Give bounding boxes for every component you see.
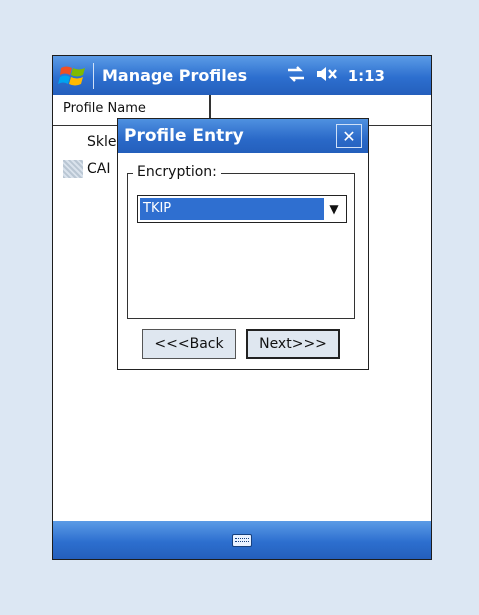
status-area[interactable]: 1:13: [286, 65, 431, 86]
close-button[interactable]: ✕: [336, 124, 362, 148]
encryption-group: Encryption: TKIP ▼: [127, 164, 355, 319]
clock-time[interactable]: 1:13: [348, 67, 385, 85]
keyboard-icon[interactable]: [232, 533, 252, 547]
profile-status-icon: [63, 160, 83, 178]
list-item[interactable]: Skle: [87, 134, 117, 150]
back-button[interactable]: <<<Back: [142, 329, 236, 359]
chevron-down-icon[interactable]: ▼: [324, 202, 344, 216]
next-button[interactable]: Next>>>: [246, 329, 340, 359]
title-separator: [93, 62, 94, 89]
list-item[interactable]: CAI: [63, 160, 110, 178]
volume-muted-icon[interactable]: [316, 66, 338, 86]
profile-entry-dialog: Profile Entry ✕ Encryption: TKIP ▼ <<<Ba…: [117, 118, 369, 370]
encryption-selected-value: TKIP: [140, 198, 324, 220]
encryption-select[interactable]: TKIP ▼: [137, 195, 347, 223]
list-item-label: Skle: [87, 134, 117, 150]
title-bar: Manage Profiles 1:13: [53, 56, 431, 95]
bottom-bar: [53, 521, 431, 559]
connectivity-icon[interactable]: [286, 65, 306, 86]
list-item-label: CAI: [87, 161, 111, 177]
windows-start-icon[interactable]: [53, 56, 93, 95]
dialog-title: Profile Entry: [124, 126, 244, 146]
app-title: Manage Profiles: [102, 66, 248, 85]
encryption-label: Encryption:: [133, 164, 221, 180]
dialog-title-bar: Profile Entry ✕: [118, 119, 368, 153]
